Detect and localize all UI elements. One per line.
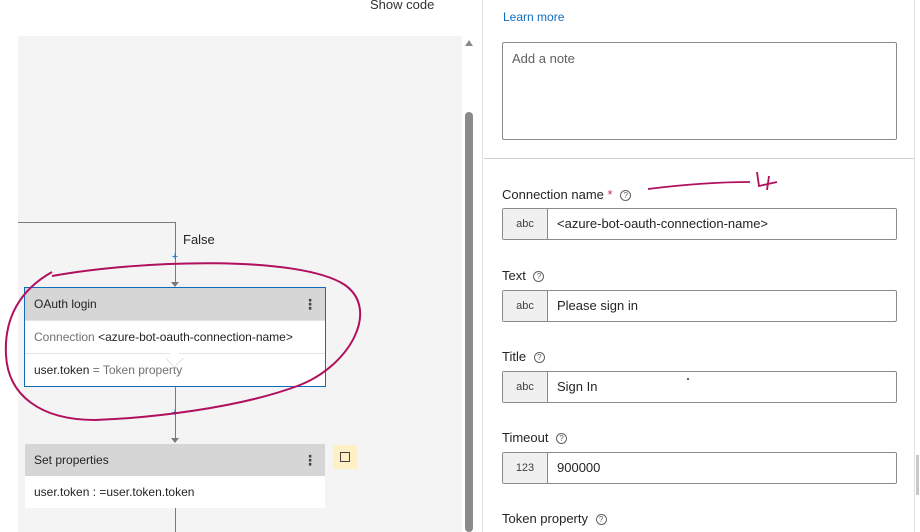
- set-properties-node-header[interactable]: Set properties ⋮: [25, 444, 325, 476]
- title-field[interactable]: abc Sign In: [502, 371, 897, 403]
- node-title: Set properties: [34, 453, 109, 467]
- setprops-out-edge: [175, 508, 176, 532]
- field-label-text: Timeout: [502, 430, 549, 445]
- help-icon[interactable]: ?: [595, 514, 607, 525]
- connection-name-label: Connection name * ?: [502, 187, 632, 202]
- text-label: Text ?: [502, 268, 545, 283]
- connection-name-field[interactable]: abc <azure-bot-oauth-connection-name>: [502, 208, 897, 240]
- token-property-label: Token property ?: [502, 511, 607, 526]
- false-branch-edge: [18, 222, 176, 223]
- timeout-label: Timeout ?: [502, 430, 568, 445]
- note-icon: [340, 452, 350, 462]
- oauth-login-node-header[interactable]: OAuth login ⋮: [25, 288, 325, 320]
- title-input[interactable]: Sign In: [548, 372, 597, 402]
- type-badge[interactable]: 123: [503, 453, 548, 483]
- help-icon[interactable]: ?: [620, 190, 632, 201]
- panel-scrollbar[interactable]: [914, 0, 920, 532]
- token-eq: =: [92, 363, 100, 377]
- timeout-input[interactable]: 900000: [548, 453, 600, 483]
- set-properties-node[interactable]: Set properties ⋮ user.token : =user.toke…: [25, 444, 325, 508]
- field-label-text: Token property: [502, 511, 588, 526]
- false-branch-label: False: [183, 232, 215, 247]
- help-icon[interactable]: ?: [556, 433, 568, 444]
- required-marker: *: [607, 187, 613, 202]
- field-label-text: Title: [502, 349, 527, 364]
- token-variable: user.token: [34, 363, 90, 377]
- add-action-plus-icon[interactable]: +: [170, 408, 180, 419]
- oauth-login-node[interactable]: OAuth login ⋮ Connection <azure-bot-oaut…: [24, 287, 326, 387]
- help-icon[interactable]: ?: [533, 352, 545, 363]
- assignment-text: user.token : =user.token.token: [34, 485, 195, 499]
- field-label-text: Connection name: [502, 187, 604, 202]
- connection-label: Connection: [34, 330, 95, 344]
- show-code-link[interactable]: Show code: [370, 0, 434, 12]
- node-assignment-row: user.token : =user.token.token: [25, 476, 325, 508]
- scroll-up-arrow-icon[interactable]: [465, 40, 473, 46]
- connection-value: <azure-bot-oauth-connection-name>: [98, 330, 293, 344]
- text-input[interactable]: Please sign in: [548, 291, 638, 321]
- text-field[interactable]: abc Please sign in: [502, 290, 897, 322]
- arrow-down-icon: [171, 438, 179, 443]
- connection-name-input[interactable]: <azure-bot-oauth-connection-name>: [548, 209, 768, 239]
- token-property-label: Token property: [102, 363, 183, 377]
- field-label-text: Text: [502, 268, 526, 283]
- canvas-scrollbar-thumb[interactable]: [465, 112, 473, 532]
- learn-more-link[interactable]: Learn more: [503, 10, 564, 24]
- node-connection-row: Connection <azure-bot-oauth-connection-n…: [25, 320, 325, 353]
- panel-divider: [484, 158, 915, 159]
- note-button[interactable]: [333, 445, 357, 469]
- title-label: Title ?: [502, 349, 545, 364]
- help-icon[interactable]: ?: [533, 271, 545, 282]
- add-action-plus-icon[interactable]: +: [170, 252, 180, 263]
- note-textarea[interactable]: Add a note: [502, 42, 897, 140]
- node-title: OAuth login: [34, 297, 97, 311]
- more-options-icon[interactable]: ⋮: [303, 444, 317, 476]
- timeout-field[interactable]: 123 900000: [502, 452, 897, 484]
- more-options-icon[interactable]: ⋮: [303, 288, 317, 320]
- panel-scrollbar-thumb[interactable]: [916, 455, 919, 495]
- type-badge[interactable]: abc: [503, 372, 548, 402]
- type-badge[interactable]: abc: [503, 291, 548, 321]
- type-badge[interactable]: abc: [503, 209, 548, 239]
